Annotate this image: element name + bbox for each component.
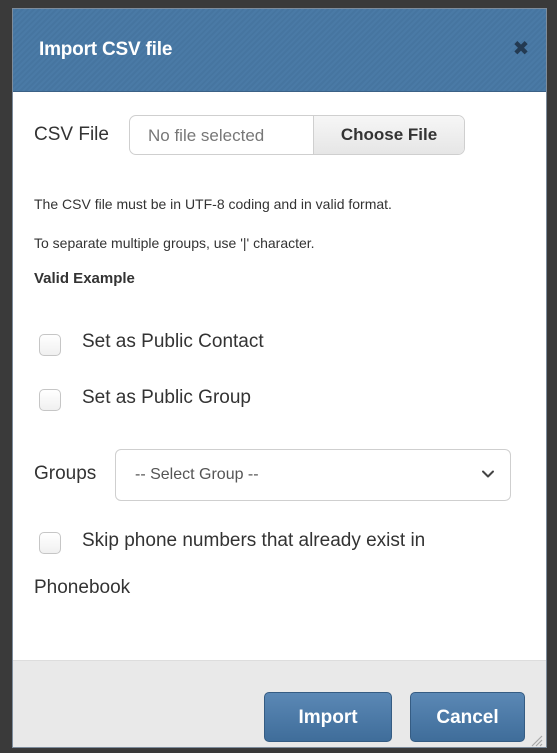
public-contact-label: Set as Public Contact <box>82 331 264 352</box>
file-name-text: No file selected <box>148 126 265 145</box>
skip-existing-checkbox[interactable] <box>39 532 61 554</box>
valid-example-label: Valid Example <box>34 270 135 287</box>
public-group-checkbox[interactable] <box>39 389 61 411</box>
import-csv-dialog: Import CSV file ✖ CSV File No file selec… <box>12 8 547 748</box>
group-select[interactable]: -- Select Group -- <box>115 449 511 501</box>
choose-file-button[interactable]: Choose File <box>313 116 464 154</box>
public-contact-checkbox[interactable] <box>39 334 61 356</box>
utf8-note: The CSV file must be in UTF-8 coding and… <box>34 196 392 212</box>
public-group-label: Set as Public Group <box>82 387 251 408</box>
chevron-down-icon <box>482 470 494 478</box>
skip-existing-label: Skip phone numbers that already exist in <box>82 530 426 551</box>
groups-label: Groups <box>34 463 97 484</box>
skip-existing-label-cont: Phonebook <box>34 577 131 598</box>
dialog-header: Import CSV file ✖ <box>13 9 546 92</box>
import-button[interactable]: Import <box>264 692 392 742</box>
dialog-body: CSV File No file selected Choose File Th… <box>13 92 546 660</box>
separator-note: To separate multiple groups, use '|' cha… <box>34 235 315 251</box>
group-select-value: -- Select Group -- <box>135 466 259 483</box>
dialog-footer: Import Cancel <box>13 660 546 747</box>
csv-file-label: CSV File <box>34 124 109 145</box>
csv-file-input[interactable]: No file selected Choose File <box>129 115 465 155</box>
cancel-button[interactable]: Cancel <box>410 692 525 742</box>
dialog-title: Import CSV file <box>39 39 173 60</box>
resize-grip-icon[interactable] <box>529 733 543 747</box>
close-icon[interactable]: ✖ <box>512 39 530 59</box>
